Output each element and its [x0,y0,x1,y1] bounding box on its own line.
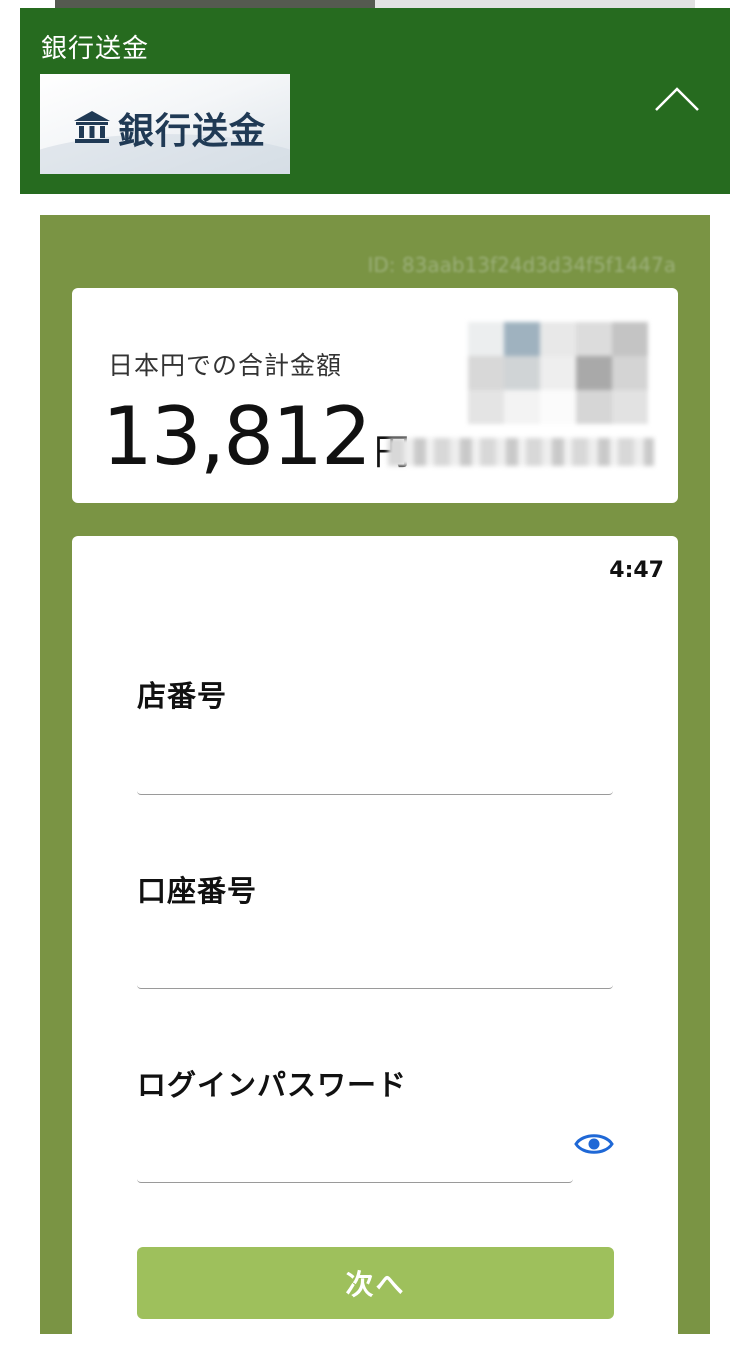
branch-number-input[interactable] [137,754,613,795]
login-password-input[interactable] [137,1142,573,1183]
bank-building-icon [74,111,110,143]
bank-transfer-logo: 銀行送金 [40,74,290,174]
login-password-label: ログインパスワード [137,1068,408,1102]
account-number-input[interactable] [137,948,613,989]
transfer-panel: ID: 83aab13f24d3d34f5f1447a 日本円での合計金額 13… [40,215,710,1366]
session-id: ID: 83aab13f24d3d34f5f1447a [367,253,676,277]
logo-text: 銀行送金 [118,111,267,152]
login-form-card: 4:47 店番号 口座番号 ログインパスワード 次へ [72,536,678,1366]
bank-transfer-header[interactable]: 銀行送金 銀行送金 [20,8,730,194]
next-button[interactable]: 次へ [137,1247,614,1319]
top-strip-light [375,0,695,8]
chevron-up-icon[interactable] [652,84,702,114]
logo-content: 銀行送金 [72,102,266,154]
top-strip-dark [55,0,375,8]
blurred-caption [388,438,654,466]
header-title: 銀行送金 [41,34,150,64]
total-amount-card: 日本円での合計金額 13,812 円 [72,288,678,503]
eye-icon[interactable] [574,1129,614,1159]
total-amount-label: 日本円での合計金額 [108,351,343,380]
account-number-label: 口座番号 [137,874,258,908]
total-amount-value: 13,812 [102,390,372,483]
total-amount: 13,812 円 [102,390,410,483]
blurred-qr-code [468,322,648,424]
countdown-timer: 4:47 [609,558,664,583]
branch-number-label: 店番号 [137,679,228,713]
